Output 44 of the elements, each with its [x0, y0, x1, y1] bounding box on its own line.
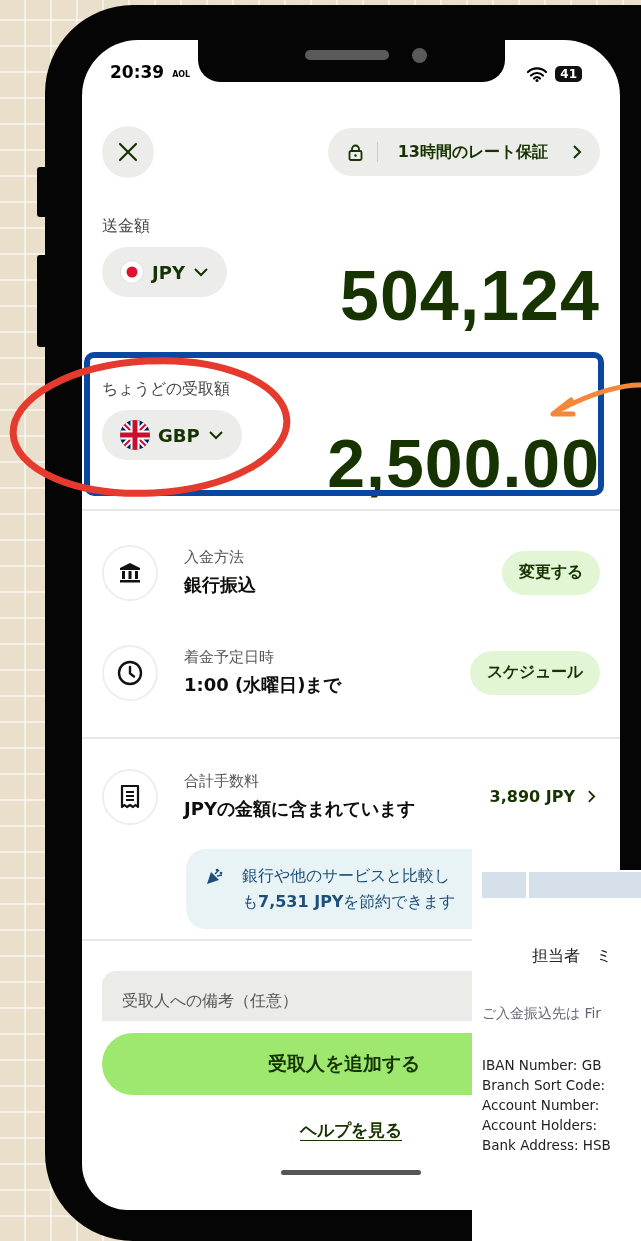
document-text: Branch Sort Code: [482, 1077, 606, 1093]
close-button[interactable] [102, 126, 154, 178]
add-recipient-button[interactable]: 受取人を追加する [102, 1033, 472, 1096]
bank-icon [118, 560, 142, 585]
detail-label: 合計手数料 [184, 772, 260, 792]
savings-text: 銀行や他のサービスと比較し も7,531 JPYを節約できます [242, 864, 456, 913]
action-button[interactable]: スケジュール [470, 650, 600, 695]
document-text: Account Number: [482, 1097, 601, 1113]
detail-value: 銀行振込 [184, 573, 256, 598]
lock-icon [347, 143, 363, 161]
detail-label: 着金予定日時 [184, 648, 275, 668]
document-text: 担当者 ミ [532, 946, 613, 967]
flag-icon [120, 420, 150, 450]
document-text: Account Holders: [482, 1117, 598, 1133]
clock-icon [117, 659, 143, 686]
amount-value: 504,124 [339, 261, 600, 331]
currency-selector[interactable]: JPY [102, 247, 227, 297]
status-time: 20:39 [110, 62, 165, 82]
rate-guarantee-button[interactable]: 13時間のレート保証 [327, 128, 600, 176]
flag-icon [120, 260, 144, 284]
note-input-field[interactable]: 受取人への備考（任意） [102, 971, 472, 1022]
currency-selector[interactable]: GBP [102, 410, 242, 460]
document-text: IBAN Number: GB [482, 1057, 603, 1073]
help-link[interactable]: ヘルプを見る [300, 1119, 402, 1143]
chevron-right-icon [572, 144, 582, 160]
detail-value: 1:00 (水曜日)まで [184, 673, 342, 698]
document-text: Bank Address: HSB [482, 1137, 612, 1153]
wifi-icon [527, 66, 548, 82]
chevron-down-icon [192, 267, 209, 277]
fee-amount-link[interactable]: 3,890 JPY [489, 787, 600, 807]
status-carrier: AOL [172, 70, 191, 79]
header-strip [482, 872, 526, 898]
detail-value: JPYの金額に含まれています [184, 797, 415, 822]
battery-level: 41 [555, 66, 582, 82]
receipt-icon [120, 783, 140, 810]
document-text: ご入金振込先は Fir [482, 1005, 603, 1023]
action-button[interactable]: 変更する [502, 550, 600, 595]
party-popper-icon [206, 866, 224, 885]
amount-label: 送金額 [102, 216, 151, 237]
amount-label: ちょうどの受取額 [102, 379, 231, 400]
close-icon [117, 141, 139, 163]
chevron-down-icon [207, 430, 224, 440]
detail-label: 入金方法 [184, 548, 245, 568]
chevron-right-icon [587, 789, 596, 805]
